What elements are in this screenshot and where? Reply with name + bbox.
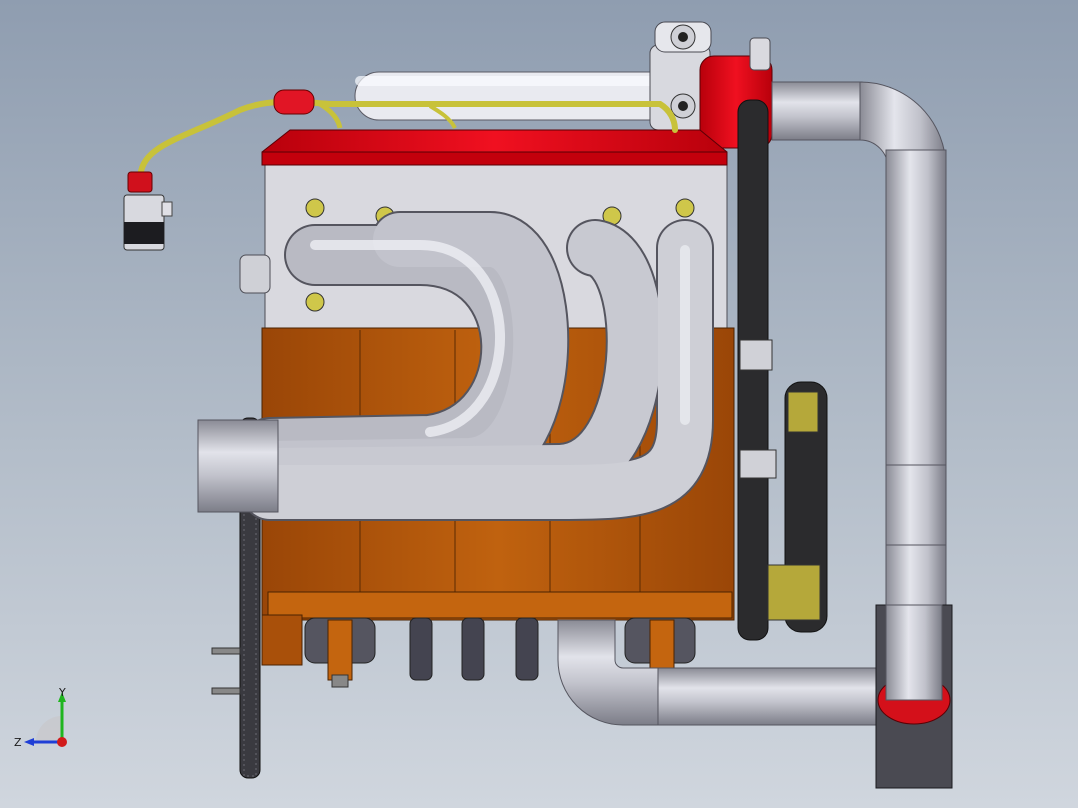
cad-viewport[interactable]: Y Z <box>0 0 1078 808</box>
accessory-belt[interactable] <box>737 99 828 641</box>
y-axis-label: Y <box>58 686 66 699</box>
z-axis-head <box>24 738 34 746</box>
pipe-bracket[interactable] <box>875 604 953 789</box>
origin-dot <box>57 737 67 747</box>
sensor-connector[interactable] <box>123 194 173 251</box>
coordinate-triad: Y Z <box>14 686 67 749</box>
valve-cover[interactable] <box>261 129 728 166</box>
intake-tube-upper[interactable] <box>354 71 686 121</box>
triad-plane <box>36 716 62 742</box>
z-axis-label: Z <box>14 736 22 749</box>
engine-model-view[interactable] <box>0 0 1078 808</box>
coolant-pipe-lower[interactable] <box>557 619 891 726</box>
